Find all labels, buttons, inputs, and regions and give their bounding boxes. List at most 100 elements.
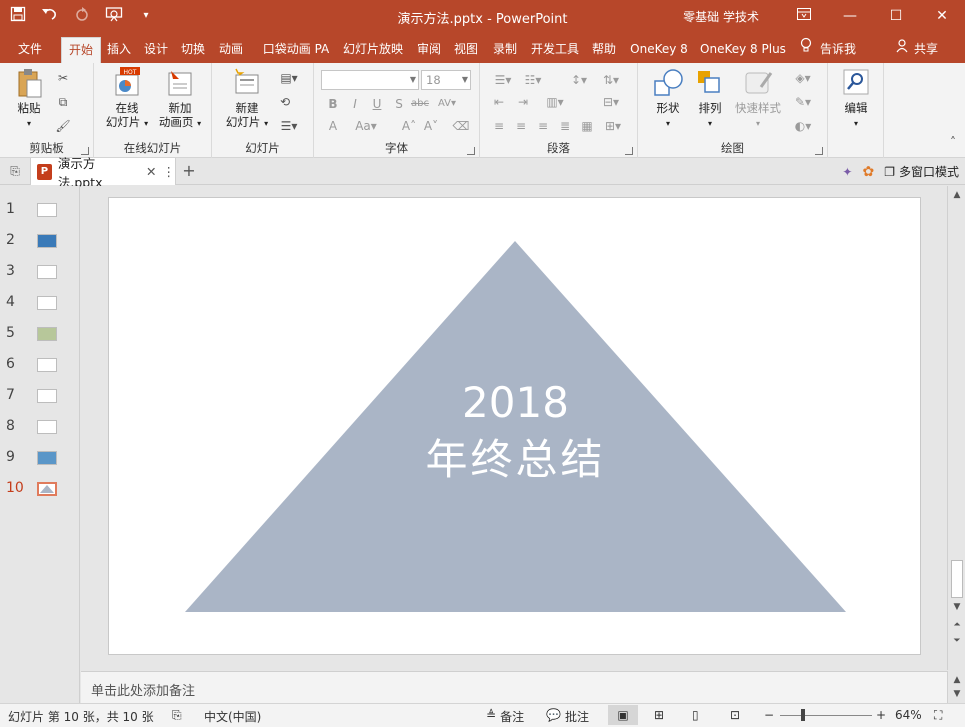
thumbnail-slide-2[interactable]: 2 bbox=[0, 232, 80, 252]
thumbnail-slide-6[interactable]: 6 bbox=[0, 356, 80, 376]
italic-icon[interactable]: I bbox=[346, 95, 364, 113]
bold-icon[interactable]: B bbox=[324, 95, 342, 113]
paste-button[interactable]: 粘贴 ▾ bbox=[8, 67, 50, 131]
quick-styles-button[interactable]: 快速样式 ▾ bbox=[730, 67, 786, 131]
tab-list-icon[interactable]: ⎘ bbox=[6, 162, 24, 180]
tab-record[interactable]: 录制 bbox=[486, 37, 524, 63]
thumbnail-slide-7[interactable]: 7 bbox=[0, 387, 80, 407]
comments-toggle-button[interactable]: 💬 批注 bbox=[546, 708, 589, 725]
slide-canvas[interactable]: 2018 年终总结 bbox=[108, 197, 921, 655]
customize-qat-icon[interactable]: ▾ bbox=[136, 6, 156, 26]
columns-icon[interactable]: ▥▾ bbox=[542, 93, 568, 111]
slideshow-view-icon[interactable]: ⊡ bbox=[730, 708, 740, 722]
new-tab-icon[interactable]: + bbox=[180, 162, 198, 180]
zoom-out-icon[interactable]: − bbox=[764, 708, 774, 722]
close-icon[interactable]: ✕ bbox=[919, 0, 965, 33]
start-from-beginning-icon[interactable] bbox=[104, 6, 124, 26]
tab-insert[interactable]: 插入 bbox=[102, 37, 136, 63]
tab-transitions[interactable]: 切换 bbox=[176, 37, 210, 63]
tab-pocket-animation[interactable]: 口袋动画 PA bbox=[256, 37, 336, 63]
shapes-button[interactable]: 形状 ▾ bbox=[646, 67, 690, 131]
align-text-icon[interactable]: ⊟▾ bbox=[598, 93, 624, 111]
copy-icon[interactable]: ⧉ bbox=[54, 93, 72, 111]
font-color-icon[interactable]: A bbox=[324, 117, 342, 135]
shape-outline-icon[interactable]: ✎▾ bbox=[790, 93, 816, 111]
font-name-combo[interactable]: ▼ bbox=[321, 70, 419, 90]
decrease-indent-icon[interactable]: ⇤ bbox=[490, 93, 508, 111]
next-slide-icon[interactable]: ⏷ bbox=[950, 634, 964, 648]
increase-font-icon[interactable]: A˄ bbox=[400, 117, 418, 135]
collapse-ribbon-icon[interactable]: ˄ bbox=[944, 133, 962, 151]
tab-onekey8-plus[interactable]: OneKey 8 Plus bbox=[696, 37, 790, 63]
tell-me-box[interactable]: 告诉我 bbox=[800, 37, 856, 61]
notes-scroll-up-icon[interactable]: ▲ bbox=[950, 673, 964, 687]
smartart-icon[interactable]: ⊞▾ bbox=[600, 117, 626, 135]
thumbnail-slide-8[interactable]: 8 bbox=[0, 418, 80, 438]
thumbnail-slide-10[interactable]: 10 bbox=[0, 480, 80, 500]
tab-file[interactable]: 文件 bbox=[8, 37, 52, 63]
arrange-button[interactable]: 排列 ▾ bbox=[690, 67, 730, 131]
share-button[interactable]: 共享 bbox=[896, 37, 938, 61]
zoom-slider[interactable] bbox=[780, 715, 872, 716]
text-direction-icon[interactable]: ⇅▾ bbox=[598, 71, 624, 89]
decrease-font-icon[interactable]: A˅ bbox=[422, 117, 440, 135]
tab-onekey8[interactable]: OneKey 8 bbox=[626, 37, 692, 63]
undo-icon[interactable] bbox=[40, 6, 60, 26]
tab-view[interactable]: 视图 bbox=[449, 37, 483, 63]
previous-slide-icon[interactable]: ⏶ bbox=[950, 618, 964, 632]
settings-gear-icon[interactable]: ✿ bbox=[862, 164, 874, 180]
reset-icon[interactable]: ⟲ bbox=[276, 93, 294, 111]
maximize-icon[interactable]: ☐ bbox=[873, 0, 919, 33]
numbering-icon[interactable]: ☷▾ bbox=[520, 71, 546, 89]
online-slides-button[interactable]: HOT 在线 幻灯片 ▾ bbox=[102, 67, 152, 131]
spell-check-icon[interactable]: ⎘ bbox=[172, 708, 182, 723]
scroll-down-icon[interactable]: ▼ bbox=[950, 600, 964, 614]
reading-view-icon[interactable]: ▯ bbox=[692, 708, 699, 722]
notes-scrollbar[interactable]: ▲ ▼ bbox=[947, 671, 965, 703]
thumbnail-slide-9[interactable]: 9 bbox=[0, 449, 80, 469]
zoom-in-icon[interactable]: + bbox=[876, 708, 886, 722]
font-size-combo[interactable]: 18 ▼ bbox=[421, 70, 471, 90]
editor-vertical-scrollbar[interactable]: ▲ ▼ ⏶ ⏷ bbox=[947, 186, 965, 670]
char-spacing-icon[interactable]: AV▾ bbox=[434, 95, 460, 113]
magic-wand-icon[interactable]: ✦ bbox=[842, 165, 852, 179]
zoom-slider-knob[interactable] bbox=[801, 709, 805, 721]
multi-window-button[interactable]: ❐ 多窗口模式 bbox=[884, 163, 959, 180]
distribute-icon[interactable]: ▦ bbox=[578, 117, 596, 135]
tab-slideshow[interactable]: 幻灯片放映 bbox=[339, 37, 407, 63]
save-icon[interactable] bbox=[8, 6, 28, 26]
notes-toggle-button[interactable]: ≜ 备注 bbox=[486, 708, 524, 725]
layout-icon[interactable]: ▤▾ bbox=[276, 69, 302, 87]
paragraph-launcher-icon[interactable] bbox=[625, 147, 633, 155]
shadow-icon[interactable]: S bbox=[390, 95, 408, 113]
section-icon[interactable]: ☰▾ bbox=[276, 117, 302, 135]
tab-developer[interactable]: 开发工具 bbox=[526, 37, 584, 63]
line-spacing-icon[interactable]: ↕▾ bbox=[566, 71, 592, 89]
new-slide-button[interactable]: 新建 幻灯片 ▾ bbox=[220, 67, 274, 131]
clear-format-icon[interactable]: ⌫ bbox=[452, 117, 470, 135]
zoom-level[interactable]: 64% bbox=[895, 708, 922, 722]
justify-icon[interactable]: ≣ bbox=[556, 117, 574, 135]
minimize-icon[interactable]: — bbox=[827, 0, 873, 33]
more-options-icon[interactable]: ⋮ bbox=[163, 164, 176, 179]
strikethrough-icon[interactable]: abc bbox=[411, 95, 429, 113]
font-launcher-icon[interactable] bbox=[467, 147, 475, 155]
thumbnail-slide-3[interactable]: 3 bbox=[0, 263, 80, 283]
align-left-icon[interactable]: ≡ bbox=[490, 117, 508, 135]
drawing-launcher-icon[interactable] bbox=[815, 147, 823, 155]
tab-review[interactable]: 审阅 bbox=[412, 37, 446, 63]
document-tab[interactable]: P 演示方法.pptx ✕ ⋮ bbox=[30, 156, 176, 190]
bullets-icon[interactable]: ☰▾ bbox=[490, 71, 516, 89]
ribbon-display-options-icon[interactable] bbox=[781, 0, 827, 33]
notes-pane[interactable]: 单击此处添加备注 bbox=[81, 671, 947, 703]
align-right-icon[interactable]: ≡ bbox=[534, 117, 552, 135]
user-name[interactable]: 零基础 学技术 bbox=[683, 8, 759, 25]
slide-year-text[interactable]: 2018 bbox=[109, 378, 922, 427]
notes-scroll-down-icon[interactable]: ▼ bbox=[950, 687, 964, 701]
scrollbar-thumb[interactable] bbox=[951, 560, 963, 598]
tab-home[interactable]: 开始 bbox=[61, 37, 101, 63]
thumbnail-slide-1[interactable]: 1 bbox=[0, 201, 80, 221]
slide-sorter-view-icon[interactable]: ⊞ bbox=[654, 708, 664, 722]
language-indicator[interactable]: 中文(中国) bbox=[204, 708, 261, 725]
cut-icon[interactable]: ✂ bbox=[54, 69, 72, 87]
